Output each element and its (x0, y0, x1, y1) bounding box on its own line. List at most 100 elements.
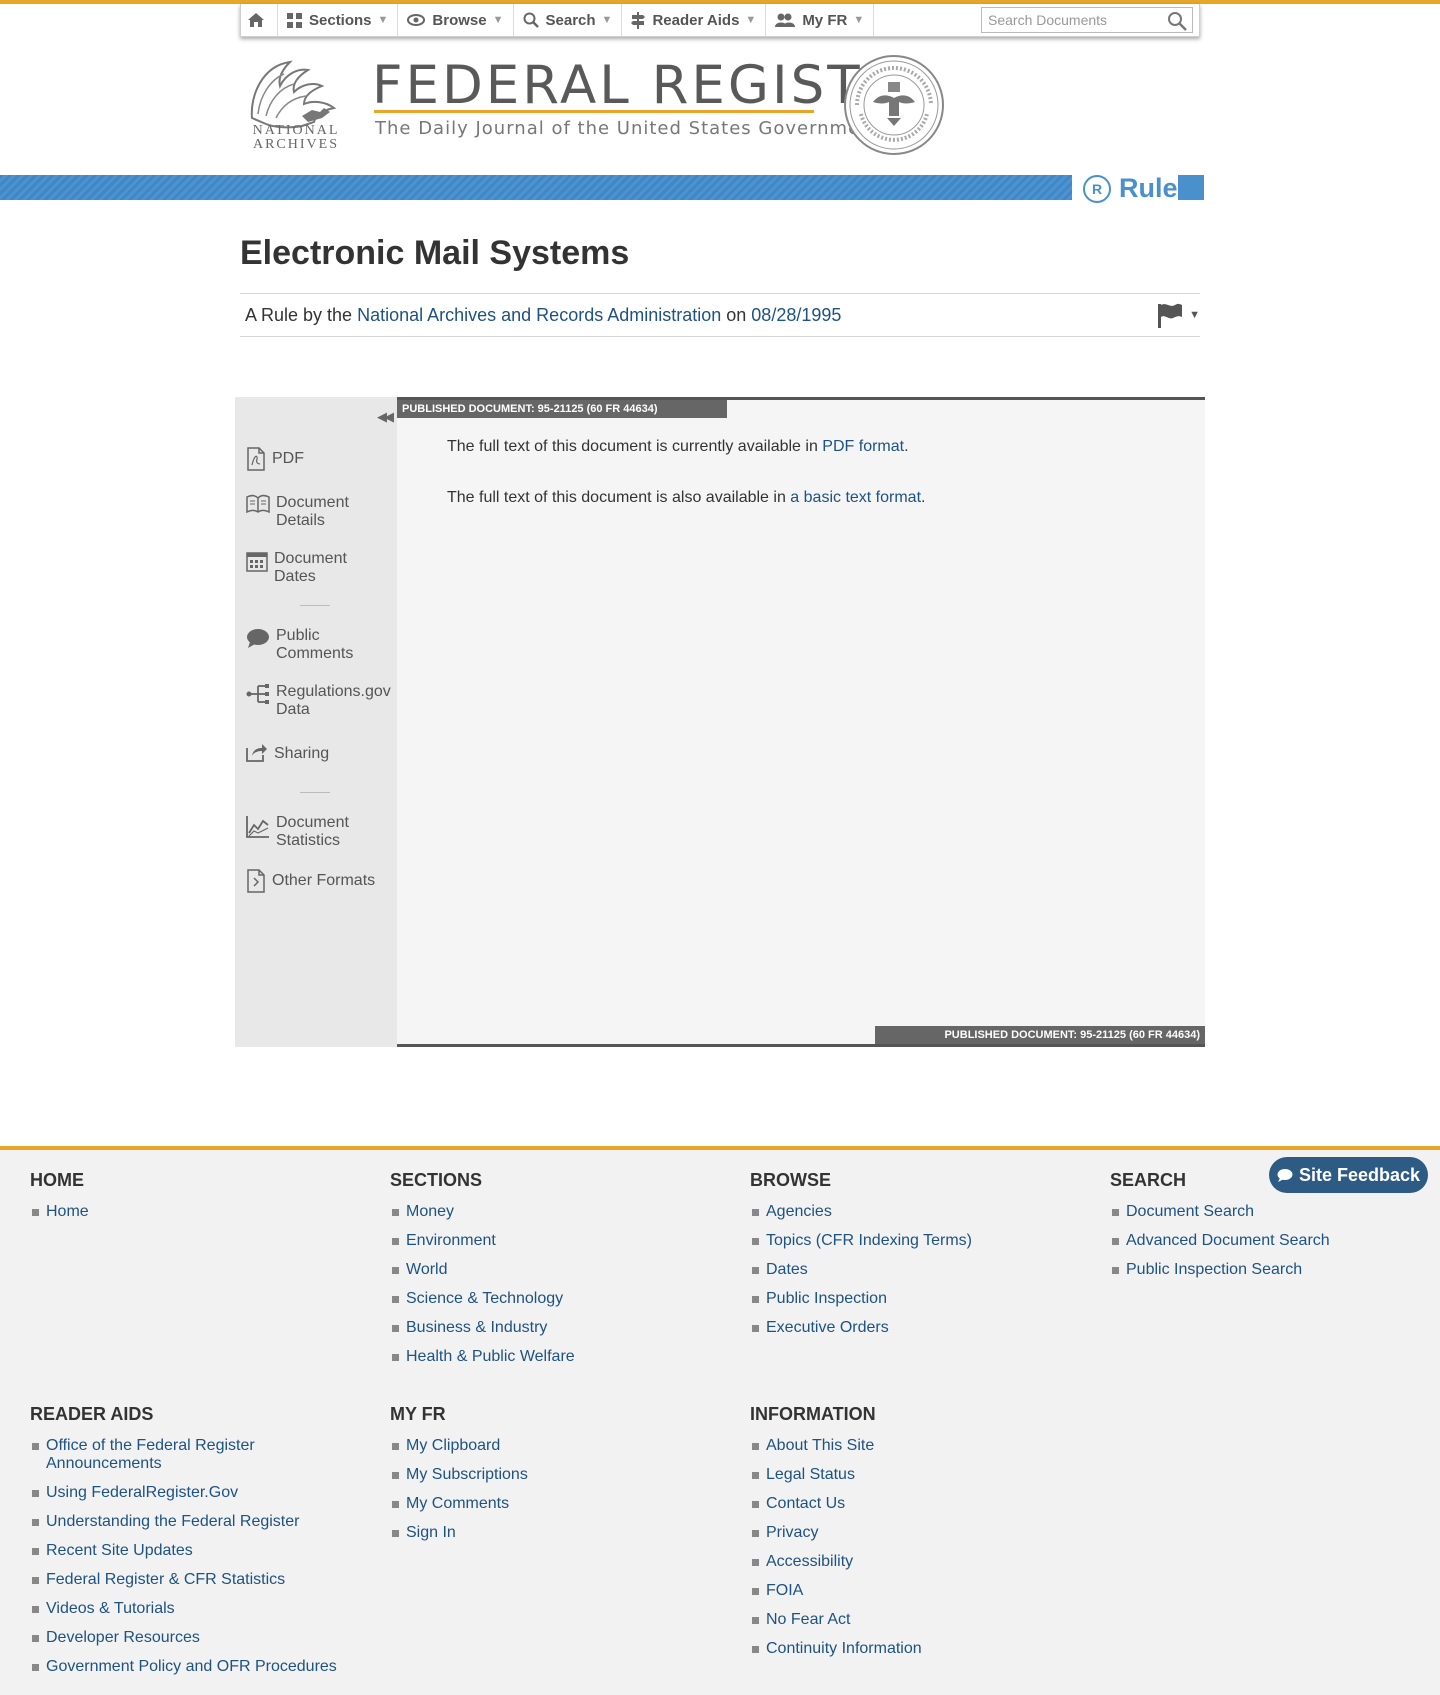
footer-link[interactable]: Public Inspection Search (1110, 1261, 1330, 1279)
document-sidebar: ◀◀ PDF Document Details Document Dates P… (235, 397, 397, 1047)
footer-link[interactable]: Federal Register & CFR Statistics (30, 1571, 337, 1589)
footer-link[interactable]: Executive Orders (750, 1319, 972, 1337)
footer-link[interactable]: Home (30, 1203, 89, 1221)
footer-link[interactable]: Topics (CFR Indexing Terms) (750, 1232, 972, 1250)
document-type-band (0, 175, 1072, 200)
sidebar-item-pdf[interactable]: PDF (246, 447, 304, 471)
sidebar-item-label: Document Statistics (276, 814, 349, 849)
sidebar-item-label: Document Details (276, 494, 349, 529)
footer-link[interactable]: Contact Us (750, 1495, 922, 1513)
nav-browse[interactable]: Browse ▼ (398, 4, 514, 36)
footer-link[interactable]: Sign In (390, 1524, 528, 1542)
footer-link[interactable]: World (390, 1261, 575, 1279)
footer-link[interactable]: My Clipboard (390, 1437, 528, 1455)
footer-link[interactable]: My Comments (390, 1495, 528, 1513)
footer-link[interactable]: Understanding the Federal Register (30, 1513, 337, 1531)
footer-link[interactable]: Office of the Federal Register Announcem… (30, 1437, 270, 1473)
document-content-panel: PUBLISHED DOCUMENT: 95-21125 (60 FR 4463… (397, 397, 1205, 1047)
footer-link[interactable]: Document Search (1110, 1203, 1330, 1221)
page-title: Electronic Mail Systems (240, 234, 630, 272)
footer-column-search: SEARCH Document Search Advanced Document… (1110, 1170, 1330, 1290)
chevron-down-icon: ▼ (853, 14, 865, 26)
chevron-down-icon: ▼ (377, 14, 389, 26)
sidebar-item-document-statistics[interactable]: Document Statistics (246, 814, 366, 850)
calendar-icon (246, 552, 268, 572)
footer-link[interactable]: Using FederalRegister.Gov (30, 1484, 337, 1502)
sidebar-item-document-dates[interactable]: Document Dates (246, 550, 364, 586)
nara-seal-icon[interactable] (843, 54, 945, 156)
sidebar-item-document-details[interactable]: Document Details (246, 494, 366, 530)
nav-sections[interactable]: Sections ▼ (278, 4, 399, 36)
footer-column-information: INFORMATION About This Site Legal Status… (750, 1404, 922, 1669)
agency-link[interactable]: National Archives and Records Administra… (357, 305, 721, 326)
sidebar-item-regulations-gov-data[interactable]: Regulations.gov Data (246, 683, 396, 719)
sidebar-item-public-comments[interactable]: Public Comments (246, 627, 366, 663)
sidebar-item-sharing[interactable]: Sharing (246, 742, 329, 763)
chevron-down-icon: ▼ (492, 14, 504, 26)
pdf-icon (247, 447, 265, 471)
period: . (921, 489, 926, 506)
footer-column-browse: BROWSE Agencies Topics (CFR Indexing Ter… (750, 1170, 972, 1348)
footer-heading: MY FR (390, 1404, 446, 1424)
document-type-band-end (1178, 175, 1204, 200)
share-icon (246, 744, 267, 762)
footer-link[interactable]: Accessibility (750, 1553, 922, 1571)
signpost-icon (631, 11, 646, 29)
rule-icon: R (1083, 174, 1111, 203)
archives-line-1: NATIONAL (252, 123, 340, 138)
nav-sections-label: Sections (309, 11, 372, 29)
nav-search[interactable]: Search ▼ (514, 4, 623, 36)
eye-icon (407, 14, 426, 26)
chevron-down-icon: ▼ (601, 14, 613, 26)
footer-heading: INFORMATION (750, 1404, 876, 1424)
nav-my-fr-label: My FR (802, 11, 848, 29)
footer-link[interactable]: Money (390, 1203, 575, 1221)
search-box (981, 7, 1193, 33)
footer-link[interactable]: Science & Technology (390, 1290, 575, 1308)
users-icon (775, 13, 796, 27)
footer-link[interactable]: About This Site (750, 1437, 922, 1455)
footer-link[interactable]: Privacy (750, 1524, 922, 1542)
nav-reader-aids-label: Reader Aids (652, 11, 740, 29)
footer-link[interactable]: My Subscriptions (390, 1466, 528, 1484)
footer-link[interactable]: Agencies (750, 1203, 972, 1221)
footer-link[interactable]: Environment (390, 1232, 575, 1250)
nav-my-fr[interactable]: My FR ▼ (766, 4, 875, 36)
pdf-format-link[interactable]: PDF format (822, 438, 904, 455)
footer-link[interactable]: No Fear Act (750, 1611, 922, 1629)
full-text-pdf-notice: The full text of this document is curren… (447, 438, 909, 456)
footer-link[interactable]: Continuity Information (750, 1640, 922, 1658)
search-icon[interactable] (1167, 11, 1187, 31)
footer-column-my-fr: MY FR My Clipboard My Subscriptions My C… (390, 1404, 528, 1553)
footer-link[interactable]: Health & Public Welfare (390, 1348, 575, 1366)
footer-link[interactable]: Government Policy and OFR Procedures (30, 1658, 337, 1676)
published-document-tag: PUBLISHED DOCUMENT: 95-21125 (60 FR 4463… (397, 400, 727, 418)
sidebar-divider (300, 605, 330, 606)
sidebar-item-other-formats[interactable]: Other Formats (246, 869, 375, 893)
byline-on: on (726, 304, 747, 325)
comment-icon (247, 629, 269, 648)
footer-link[interactable]: Recent Site Updates (30, 1542, 337, 1560)
document-type-text: Rule (1119, 173, 1178, 203)
chevron-down-icon: ▼ (1189, 309, 1200, 321)
footer-link[interactable]: Videos & Tutorials (30, 1600, 337, 1618)
search-documents-input[interactable] (982, 8, 1162, 32)
collapse-sidebar-icon[interactable]: ◀◀ (377, 409, 394, 425)
publication-date-link[interactable]: 08/28/1995 (751, 305, 841, 326)
basic-text-format-link[interactable]: a basic text format (790, 489, 921, 506)
footer-link[interactable]: Advanced Document Search (1110, 1232, 1330, 1250)
footer-heading: SECTIONS (390, 1170, 483, 1190)
footer-link[interactable]: Public Inspection (750, 1290, 972, 1308)
footer-heading: SEARCH (1110, 1170, 1187, 1190)
footer-link[interactable]: Developer Resources (30, 1629, 337, 1647)
footer-link[interactable]: Dates (750, 1261, 972, 1279)
footer-link[interactable]: Legal Status (750, 1466, 922, 1484)
nav-reader-aids[interactable]: Reader Aids ▼ (622, 4, 767, 36)
pdf-notice-text: The full text of this document is curren… (447, 438, 818, 455)
footer-link[interactable]: FOIA (750, 1582, 922, 1600)
branch-icon (246, 684, 269, 704)
nav-home[interactable] (241, 4, 278, 36)
document-flag-menu[interactable]: ▼ (1156, 302, 1200, 328)
footer-link[interactable]: Business & Industry (390, 1319, 575, 1337)
footer-heading: BROWSE (750, 1170, 831, 1190)
